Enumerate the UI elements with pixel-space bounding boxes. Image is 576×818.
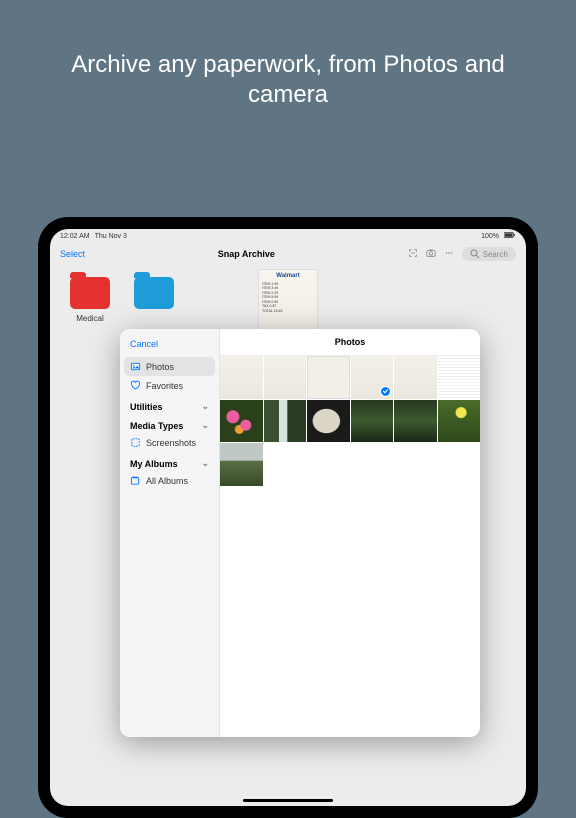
picker-sidebar: Cancel Photos Favorites Utilities ⌄ (120, 329, 220, 737)
heart-icon (130, 380, 141, 391)
ipad-screen: 12:02 AM Thu Nov 3 100% Select Snap Arch… (50, 229, 526, 806)
home-indicator[interactable] (243, 799, 333, 802)
folder-medical[interactable]: Medical (68, 277, 112, 323)
sidebar-header-label: My Albums (130, 459, 178, 469)
photo-picker-popover: Cancel Photos Favorites Utilities ⌄ (120, 329, 480, 737)
status-bar: 12:02 AM Thu Nov 3 100% (50, 229, 526, 243)
receipt-brand: Walmart (262, 273, 314, 280)
albums-icon (130, 475, 141, 486)
battery-icon (504, 232, 516, 241)
folder-label: Medical (68, 314, 112, 323)
page-indicator-dots: ••• (281, 56, 295, 65)
picker-main: Photos (220, 329, 480, 737)
photo-thumb[interactable] (307, 356, 350, 399)
sidebar-item-all-albums[interactable]: All Albums (124, 471, 215, 490)
cancel-button[interactable]: Cancel (124, 337, 215, 357)
more-icon[interactable] (444, 248, 454, 260)
folder-untitled[interactable] (132, 277, 176, 323)
folder-icon (70, 277, 110, 309)
sidebar-header-label: Media Types (130, 421, 183, 431)
photos-icon (130, 361, 141, 372)
chevron-down-icon: ⌄ (201, 458, 209, 469)
sidebar-item-photos[interactable]: Photos (124, 357, 215, 376)
app-toolbar: Select Snap Archive Search (50, 243, 526, 265)
receipt-lines: ITEM 1.99ITEM 3.49ITEM 2.29ITEM 5.99ITEM… (262, 282, 314, 314)
photo-thumb[interactable] (264, 356, 307, 399)
photo-grid (220, 356, 480, 486)
photo-thumb[interactable] (220, 443, 263, 486)
photo-thumb[interactable] (220, 356, 263, 399)
search-placeholder: Search (483, 250, 508, 259)
checkmark-icon (380, 386, 391, 397)
photo-thumb-selected[interactable] (351, 356, 394, 399)
status-time: 12:02 AM (60, 233, 90, 240)
photo-thumb[interactable] (438, 356, 481, 399)
photo-thumb[interactable] (351, 400, 394, 443)
photo-thumb[interactable] (394, 400, 437, 443)
photo-thumb[interactable] (438, 400, 481, 443)
scan-icon[interactable] (408, 248, 418, 260)
photo-thumb[interactable] (264, 400, 307, 443)
sidebar-header-label: Utilities (130, 402, 163, 412)
camera-icon[interactable] (426, 248, 436, 260)
select-button[interactable]: Select (60, 249, 85, 259)
app-title: Snap Archive (85, 249, 408, 259)
sidebar-item-label: Favorites (146, 381, 183, 391)
sidebar-item-favorites[interactable]: Favorites (124, 376, 215, 395)
battery-text: 100% (481, 233, 499, 240)
status-date: Thu Nov 3 (95, 233, 127, 240)
ipad-device-frame: 12:02 AM Thu Nov 3 100% Select Snap Arch… (38, 217, 538, 818)
picker-title: Photos (220, 329, 480, 356)
search-field[interactable]: Search (462, 247, 516, 261)
folder-icon (134, 277, 174, 309)
photo-thumb[interactable] (394, 356, 437, 399)
photo-thumb[interactable] (220, 400, 263, 443)
sidebar-section-media-types[interactable]: Media Types ⌄ (124, 414, 215, 433)
chevron-down-icon: ⌄ (201, 420, 209, 431)
sidebar-section-my-albums[interactable]: My Albums ⌄ (124, 452, 215, 471)
photo-thumb[interactable] (307, 400, 350, 443)
sidebar-item-label: All Albums (146, 476, 188, 486)
sidebar-item-label: Screenshots (146, 438, 196, 448)
sidebar-item-label: Photos (146, 362, 174, 372)
sidebar-section-utilities[interactable]: Utilities ⌄ (124, 395, 215, 414)
sidebar-item-screenshots[interactable]: Screenshots (124, 433, 215, 452)
chevron-down-icon: ⌄ (201, 401, 209, 412)
screenshot-icon (130, 437, 141, 448)
